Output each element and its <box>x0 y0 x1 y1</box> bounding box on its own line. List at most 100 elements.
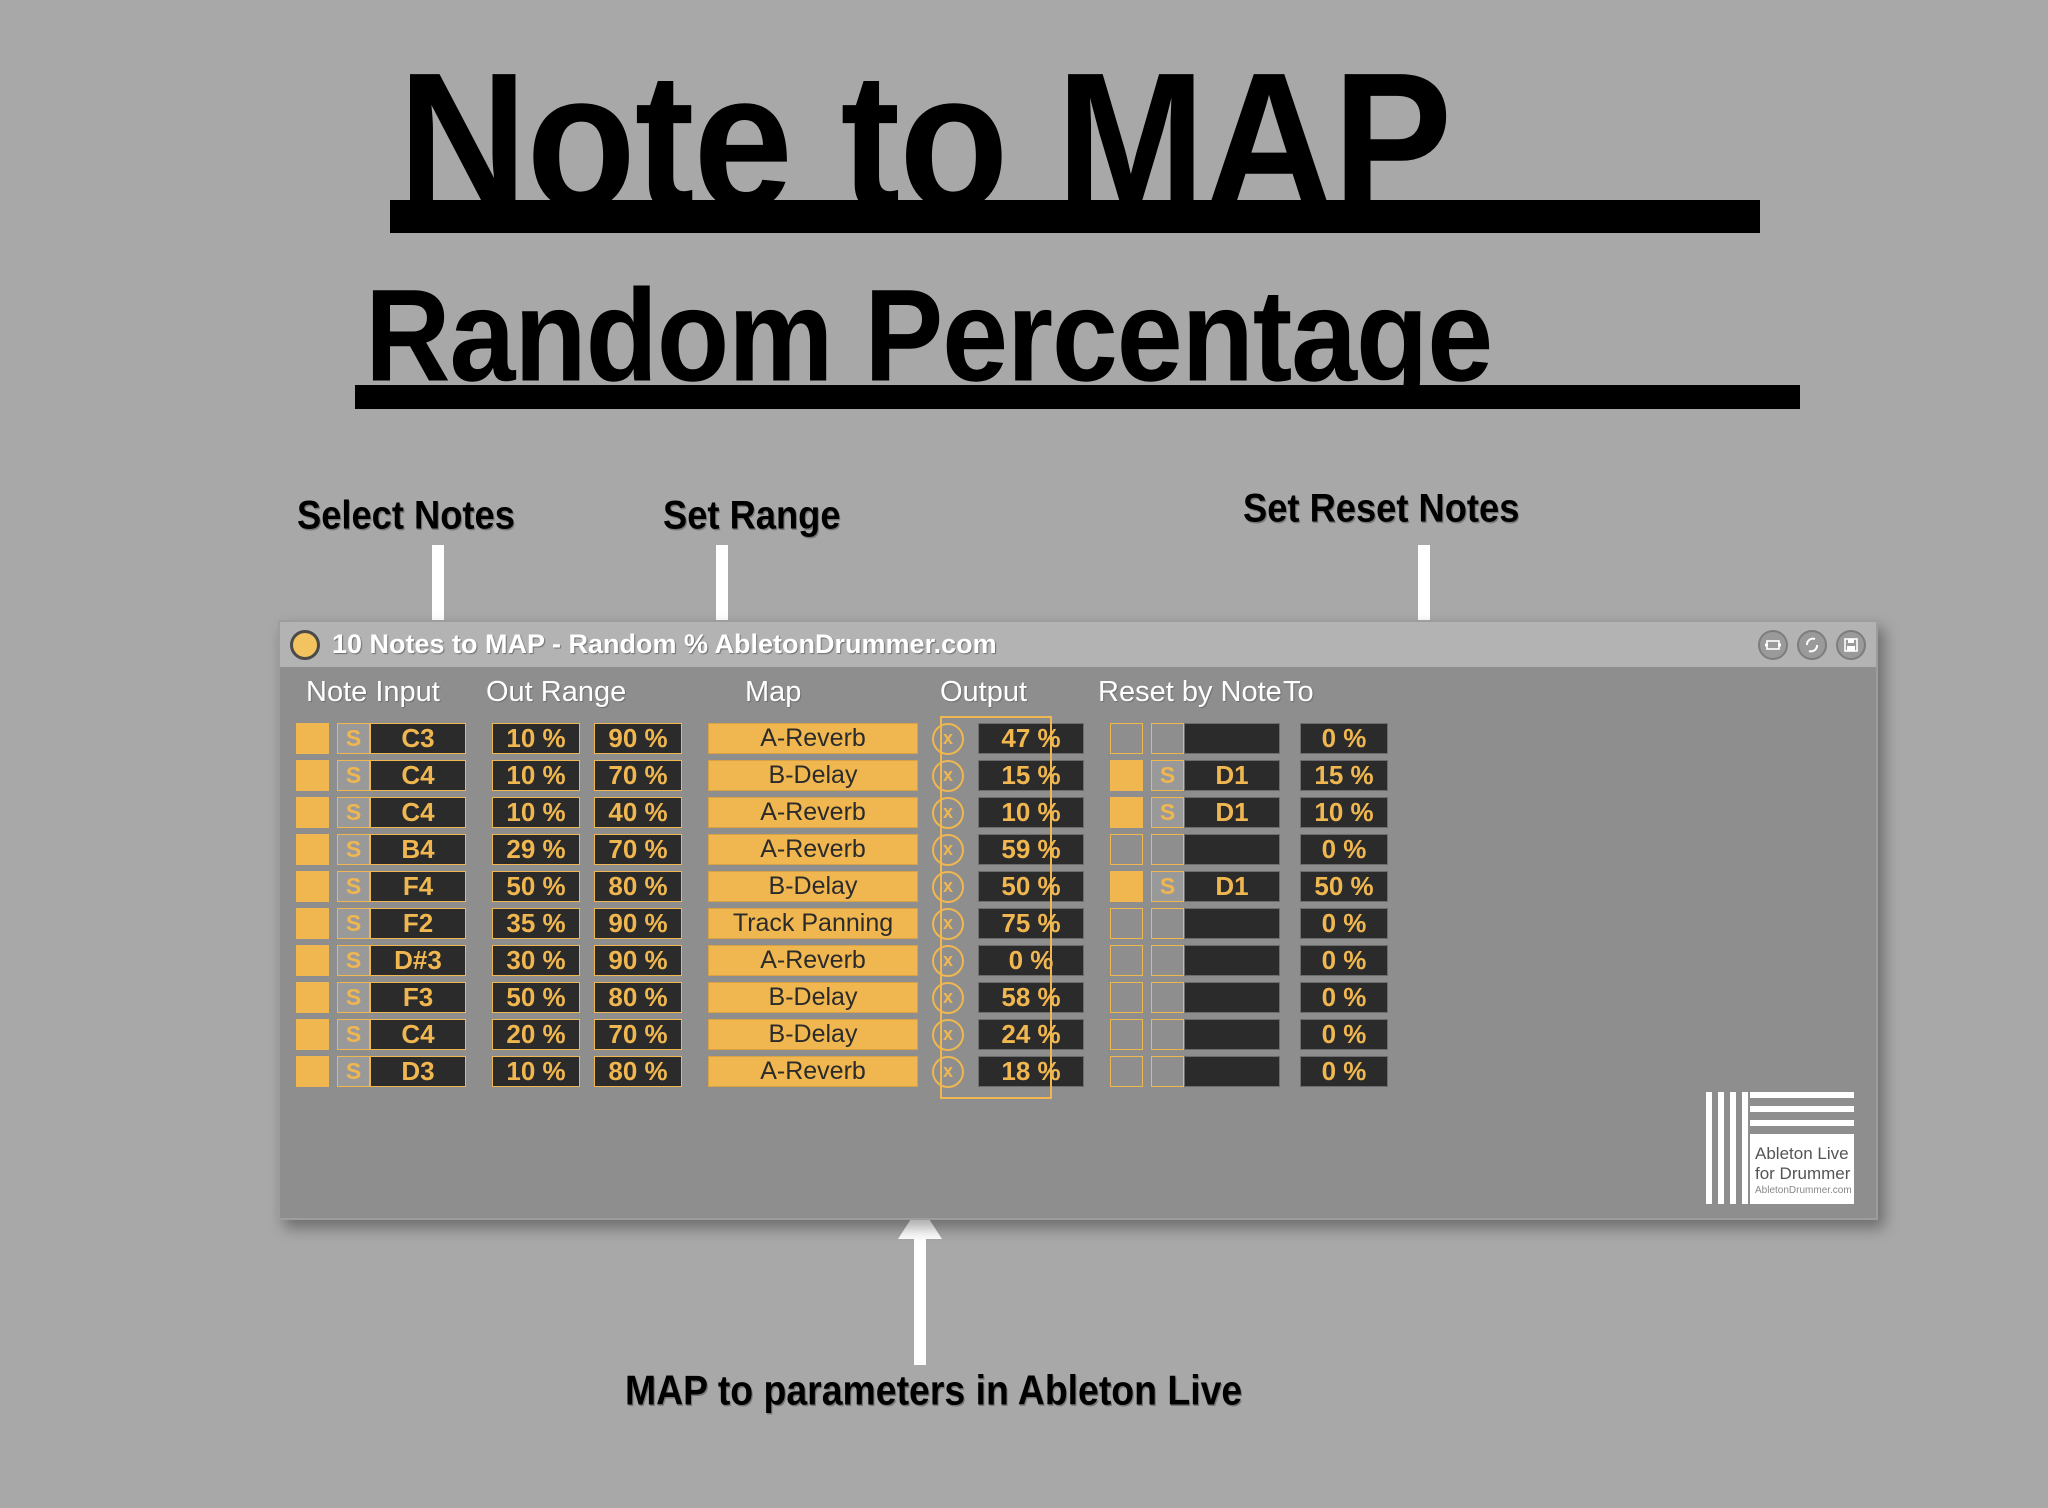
map-target-button[interactable]: B-Delay <box>708 760 918 791</box>
range-min-field[interactable]: 50 % <box>492 871 580 902</box>
reset-enable-toggle[interactable] <box>1110 871 1143 902</box>
reset-to-field[interactable]: 0 % <box>1300 834 1388 865</box>
reset-to-field[interactable]: 0 % <box>1300 908 1388 939</box>
reset-solo-button[interactable]: S <box>1151 982 1184 1013</box>
note-input-field[interactable]: C3 <box>370 723 466 754</box>
range-min-field[interactable]: 20 % <box>492 1019 580 1050</box>
reset-solo-button[interactable]: S <box>1151 797 1184 828</box>
reset-solo-button[interactable]: S <box>1151 723 1184 754</box>
range-min-field[interactable]: 35 % <box>492 908 580 939</box>
reset-note-field[interactable] <box>1184 908 1280 939</box>
note-solo-button[interactable]: S <box>337 797 370 828</box>
reset-solo-button[interactable]: S <box>1151 834 1184 865</box>
map-target-button[interactable]: B-Delay <box>708 1019 918 1050</box>
note-input-field[interactable]: D#3 <box>370 945 466 976</box>
note-solo-button[interactable]: S <box>337 760 370 791</box>
range-min-field[interactable]: 10 % <box>492 760 580 791</box>
range-max-field[interactable]: 80 % <box>594 982 682 1013</box>
range-min-field[interactable]: 30 % <box>492 945 580 976</box>
note-solo-button[interactable]: S <box>337 982 370 1013</box>
reset-note-field[interactable] <box>1184 1019 1280 1050</box>
reset-solo-button[interactable]: S <box>1151 1019 1184 1050</box>
reset-note-field[interactable] <box>1184 1056 1280 1087</box>
note-solo-button[interactable]: S <box>337 1056 370 1087</box>
reset-note-field[interactable] <box>1184 723 1280 754</box>
note-solo-button[interactable]: S <box>337 908 370 939</box>
note-solo-button[interactable]: S <box>337 1019 370 1050</box>
note-input-field[interactable]: F2 <box>370 908 466 939</box>
range-max-field[interactable]: 70 % <box>594 834 682 865</box>
map-target-button[interactable]: A-Reverb <box>708 945 918 976</box>
range-min-field[interactable]: 10 % <box>492 797 580 828</box>
reset-note-field[interactable]: D1 <box>1184 797 1280 828</box>
map-target-button[interactable]: B-Delay <box>708 871 918 902</box>
note-enable-toggle[interactable] <box>296 834 329 865</box>
reset-solo-button[interactable]: S <box>1151 1056 1184 1087</box>
note-enable-toggle[interactable] <box>296 871 329 902</box>
range-min-field[interactable]: 10 % <box>492 723 580 754</box>
note-solo-button[interactable]: S <box>337 834 370 865</box>
range-max-field[interactable]: 70 % <box>594 1019 682 1050</box>
reset-solo-button[interactable]: S <box>1151 760 1184 791</box>
map-target-button[interactable]: A-Reverb <box>708 723 918 754</box>
note-enable-toggle[interactable] <box>296 723 329 754</box>
patcher-icon[interactable] <box>1758 629 1788 660</box>
reset-note-field[interactable] <box>1184 982 1280 1013</box>
range-max-field[interactable]: 80 % <box>594 871 682 902</box>
note-input-field[interactable]: C4 <box>370 760 466 791</box>
note-solo-button[interactable]: S <box>337 723 370 754</box>
reset-enable-toggle[interactable] <box>1110 908 1143 939</box>
reset-enable-toggle[interactable] <box>1110 1019 1143 1050</box>
note-enable-toggle[interactable] <box>296 982 329 1013</box>
note-enable-toggle[interactable] <box>296 1019 329 1050</box>
reset-enable-toggle[interactable] <box>1110 834 1143 865</box>
range-max-field[interactable]: 40 % <box>594 797 682 828</box>
map-target-button[interactable]: A-Reverb <box>708 797 918 828</box>
reset-to-field[interactable]: 10 % <box>1300 797 1388 828</box>
reset-enable-toggle[interactable] <box>1110 760 1143 791</box>
reset-enable-toggle[interactable] <box>1110 797 1143 828</box>
clear-map-button[interactable]: x <box>932 907 964 940</box>
save-icon[interactable] <box>1836 629 1866 660</box>
reset-note-field[interactable] <box>1184 834 1280 865</box>
reset-to-field[interactable]: 0 % <box>1300 1056 1388 1087</box>
note-input-field[interactable]: F4 <box>370 871 466 902</box>
reset-to-field[interactable]: 0 % <box>1300 723 1388 754</box>
reset-note-field[interactable]: D1 <box>1184 760 1280 791</box>
reset-enable-toggle[interactable] <box>1110 982 1143 1013</box>
clear-map-button[interactable]: x <box>932 759 964 792</box>
clear-map-button[interactable]: x <box>932 1018 964 1051</box>
note-enable-toggle[interactable] <box>296 760 329 791</box>
range-min-field[interactable]: 10 % <box>492 1056 580 1087</box>
note-input-field[interactable]: D3 <box>370 1056 466 1087</box>
range-max-field[interactable]: 90 % <box>594 908 682 939</box>
clear-map-button[interactable]: x <box>932 944 964 977</box>
range-min-field[interactable]: 29 % <box>492 834 580 865</box>
sync-icon[interactable] <box>1797 629 1827 660</box>
reset-solo-button[interactable]: S <box>1151 945 1184 976</box>
map-target-button[interactable]: A-Reverb <box>708 834 918 865</box>
note-solo-button[interactable]: S <box>337 871 370 902</box>
range-max-field[interactable]: 90 % <box>594 723 682 754</box>
note-enable-toggle[interactable] <box>296 945 329 976</box>
note-enable-toggle[interactable] <box>296 797 329 828</box>
clear-map-button[interactable]: x <box>932 1055 964 1088</box>
note-enable-toggle[interactable] <box>296 908 329 939</box>
range-max-field[interactable]: 80 % <box>594 1056 682 1087</box>
clear-map-button[interactable]: x <box>932 981 964 1014</box>
reset-solo-button[interactable]: S <box>1151 908 1184 939</box>
reset-to-field[interactable]: 0 % <box>1300 945 1388 976</box>
map-target-button[interactable]: A-Reverb <box>708 1056 918 1087</box>
reset-note-field[interactable]: D1 <box>1184 871 1280 902</box>
range-max-field[interactable]: 90 % <box>594 945 682 976</box>
range-min-field[interactable]: 50 % <box>492 982 580 1013</box>
map-target-button[interactable]: Track Panning <box>708 908 918 939</box>
note-solo-button[interactable]: S <box>337 945 370 976</box>
clear-map-button[interactable]: x <box>932 870 964 903</box>
reset-to-field[interactable]: 50 % <box>1300 871 1388 902</box>
range-max-field[interactable]: 70 % <box>594 760 682 791</box>
note-input-field[interactable]: B4 <box>370 834 466 865</box>
reset-enable-toggle[interactable] <box>1110 945 1143 976</box>
clear-map-button[interactable]: x <box>932 833 964 866</box>
clear-map-button[interactable]: x <box>932 722 964 755</box>
